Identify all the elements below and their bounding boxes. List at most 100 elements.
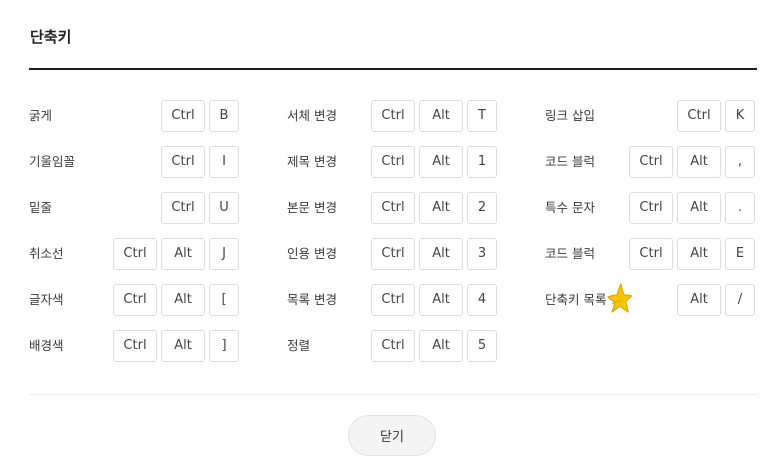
key-cap: Ctrl <box>113 238 157 270</box>
key-combo: Ctrl K <box>677 100 755 132</box>
key-cap: Alt <box>419 238 463 270</box>
shortcut-row-shortcut-list: 단축키 목록 Alt / <box>545 284 755 316</box>
star-icon <box>607 283 633 313</box>
key-cap: Alt <box>161 330 205 362</box>
key-combo: Ctrl U <box>161 192 239 224</box>
key-cap: 2 <box>467 192 497 224</box>
key-cap: Alt <box>677 192 721 224</box>
key-cap: E <box>725 238 755 270</box>
key-cap: Ctrl <box>371 192 415 224</box>
shortcut-row-underline: 밑줄 Ctrl U <box>29 192 239 224</box>
key-cap: Ctrl <box>629 192 673 224</box>
key-combo: Ctrl Alt [ <box>113 284 239 316</box>
key-cap: Alt <box>419 192 463 224</box>
key-cap: Ctrl <box>677 100 721 132</box>
shortcut-label: 정렬 <box>287 338 311 353</box>
key-combo: Ctrl Alt J <box>113 238 239 270</box>
key-combo: Ctrl Alt , <box>629 146 755 178</box>
key-cap: Alt <box>677 238 721 270</box>
shortcut-label: 글자색 <box>29 292 64 307</box>
key-combo: Ctrl Alt 4 <box>371 284 497 316</box>
key-combo: Ctrl Alt 3 <box>371 238 497 270</box>
key-cap: Ctrl <box>371 238 415 270</box>
key-cap: Ctrl <box>629 146 673 178</box>
key-cap: Ctrl <box>113 330 157 362</box>
shortcut-label: 단축키 목록 <box>545 292 607 307</box>
footer-divider <box>29 394 757 395</box>
key-cap: I <box>209 146 239 178</box>
key-cap: Alt <box>161 284 205 316</box>
key-cap: Ctrl <box>371 284 415 316</box>
key-combo: Alt / <box>677 284 755 316</box>
key-cap: Ctrl <box>113 284 157 316</box>
shortcut-row-strikethrough: 취소선 Ctrl Alt J <box>29 238 239 270</box>
key-cap: B <box>209 100 239 132</box>
key-cap: , <box>725 146 755 178</box>
key-cap: Alt <box>419 330 463 362</box>
shortcut-label: 굵게 <box>29 108 53 123</box>
shortcut-label: 목록 변경 <box>287 292 337 307</box>
shortcut-label: 배경색 <box>29 338 64 353</box>
shortcut-row-bold: 굵게 Ctrl B <box>29 100 239 132</box>
close-button[interactable]: 닫기 <box>348 415 436 456</box>
key-cap: T <box>467 100 497 132</box>
key-cap: Ctrl <box>371 330 415 362</box>
shortcut-row-code-block-2: 코드 블럭 Ctrl Alt E <box>545 238 755 270</box>
shortcut-label: 취소선 <box>29 246 64 261</box>
shortcut-label: 특수 문자 <box>545 200 595 215</box>
key-cap: Alt <box>677 284 721 316</box>
key-cap: 4 <box>467 284 497 316</box>
shortcut-label: 서체 변경 <box>287 108 337 123</box>
key-combo: Ctrl Alt . <box>629 192 755 224</box>
shortcut-row-quote-change: 인용 변경 Ctrl Alt 3 <box>287 238 497 270</box>
key-combo: Ctrl Alt E <box>629 238 755 270</box>
shortcut-label: 코드 블럭 <box>545 246 595 261</box>
shortcut-row-special-characters: 특수 문자 Ctrl Alt . <box>545 192 755 224</box>
key-combo: Ctrl Alt 2 <box>371 192 497 224</box>
key-combo: Ctrl B <box>161 100 239 132</box>
key-cap: Ctrl <box>371 100 415 132</box>
shortcut-row-body-change: 본문 변경 Ctrl Alt 2 <box>287 192 497 224</box>
key-cap: Ctrl <box>629 238 673 270</box>
shortcut-label: 제목 변경 <box>287 154 337 169</box>
shortcut-label: 본문 변경 <box>287 200 337 215</box>
shortcut-row-alignment: 정렬 Ctrl Alt 5 <box>287 330 497 362</box>
key-cap: 3 <box>467 238 497 270</box>
key-cap: Alt <box>419 146 463 178</box>
shortcut-row-list-change: 목록 변경 Ctrl Alt 4 <box>287 284 497 316</box>
key-cap: Alt <box>677 146 721 178</box>
shortcuts-dialog: 단축키 굵게 Ctrl B 기울임꼴 Ctrl I 밑줄 Ctrl U 취소선 … <box>0 0 782 474</box>
key-cap: . <box>725 192 755 224</box>
key-cap: [ <box>209 284 239 316</box>
shortcut-label: 기울임꼴 <box>29 154 76 169</box>
key-cap: ] <box>209 330 239 362</box>
key-cap: U <box>209 192 239 224</box>
key-combo: Ctrl Alt 1 <box>371 146 497 178</box>
key-cap: / <box>725 284 755 316</box>
key-cap: 1 <box>467 146 497 178</box>
shortcut-row-heading-change: 제목 변경 Ctrl Alt 1 <box>287 146 497 178</box>
key-combo: Ctrl Alt 5 <box>371 330 497 362</box>
shortcut-row-italic: 기울임꼴 Ctrl I <box>29 146 239 178</box>
title-divider <box>29 68 757 70</box>
shortcut-row-background-color: 배경색 Ctrl Alt ] <box>29 330 239 362</box>
key-cap: 5 <box>467 330 497 362</box>
key-cap: J <box>209 238 239 270</box>
shortcut-row-font-change: 서체 변경 Ctrl Alt T <box>287 100 497 132</box>
key-cap: K <box>725 100 755 132</box>
key-combo: Ctrl I <box>161 146 239 178</box>
shortcut-row-insert-link: 링크 삽입 Ctrl K <box>545 100 755 132</box>
key-cap: Ctrl <box>161 192 205 224</box>
shortcut-label: 링크 삽입 <box>545 108 595 123</box>
key-cap: Ctrl <box>371 146 415 178</box>
key-cap: Alt <box>161 238 205 270</box>
shortcut-row-text-color: 글자색 Ctrl Alt [ <box>29 284 239 316</box>
key-combo: Ctrl Alt ] <box>113 330 239 362</box>
shortcut-label: 밑줄 <box>29 200 53 215</box>
key-cap: Alt <box>419 284 463 316</box>
key-cap: Ctrl <box>161 100 205 132</box>
dialog-title: 단축키 <box>30 28 72 46</box>
shortcut-label: 코드 블럭 <box>545 154 595 169</box>
key-cap: Alt <box>419 100 463 132</box>
key-combo: Ctrl Alt T <box>371 100 497 132</box>
